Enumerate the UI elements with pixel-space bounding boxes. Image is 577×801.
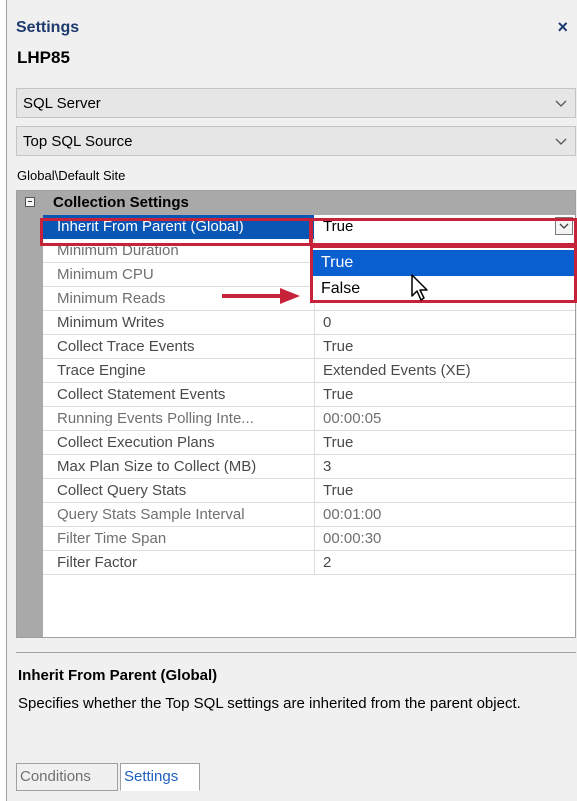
property-value: True bbox=[323, 482, 354, 499]
column-divider bbox=[314, 479, 315, 503]
property-name: Running Events Polling Inte... bbox=[57, 410, 254, 427]
property-name: Minimum CPU bbox=[57, 266, 154, 283]
grid-gutter bbox=[17, 191, 43, 637]
property-value: True bbox=[323, 434, 354, 451]
tab-label: Conditions bbox=[20, 768, 91, 785]
property-value: True bbox=[323, 386, 354, 403]
column-divider bbox=[314, 311, 315, 335]
panel-title-bar: Settings × bbox=[7, 14, 577, 44]
panel-title: Settings bbox=[16, 19, 80, 36]
column-divider bbox=[314, 455, 315, 479]
property-name: Collect Query Stats bbox=[57, 482, 187, 499]
collapse-icon[interactable] bbox=[25, 197, 35, 207]
chevron-down-icon bbox=[555, 138, 567, 145]
column-divider bbox=[314, 359, 315, 383]
tab-settings[interactable]: Settings bbox=[120, 763, 200, 791]
category-row[interactable]: Collection Settings bbox=[17, 191, 575, 215]
category-title: Collection Settings bbox=[53, 194, 189, 211]
property-value: 00:00:30 bbox=[323, 530, 382, 547]
property-name: Query Stats Sample Interval bbox=[57, 506, 245, 523]
property-name: Filter Time Span bbox=[57, 530, 167, 547]
property-value: 3 bbox=[323, 458, 332, 475]
property-value: 2 bbox=[323, 554, 332, 571]
description-pane: Inherit From Parent (Global) Specifies w… bbox=[16, 652, 576, 759]
property-row[interactable]: Running Events Polling Inte... 00:00:05 bbox=[43, 407, 575, 431]
property-name: Collect Trace Events bbox=[57, 338, 195, 355]
dropdown-option-false[interactable]: False bbox=[313, 276, 575, 302]
property-value: 0 bbox=[323, 314, 332, 331]
property-row[interactable]: Filter Time Span 00:00:30 bbox=[43, 527, 575, 551]
property-value: True bbox=[323, 218, 354, 235]
arrow-icon bbox=[222, 288, 300, 304]
column-divider bbox=[314, 527, 315, 551]
description-title: Inherit From Parent (Global) bbox=[18, 667, 218, 684]
description-body: Specifies whether the Top SQL settings a… bbox=[18, 695, 521, 712]
property-value: 00:01:00 bbox=[323, 506, 382, 523]
property-row[interactable]: Collect Execution Plans True bbox=[43, 431, 575, 455]
close-icon[interactable]: × bbox=[557, 17, 568, 38]
property-name: Collect Statement Events bbox=[57, 386, 226, 403]
property-name: Collect Execution Plans bbox=[57, 434, 215, 451]
property-value-editor[interactable]: True bbox=[315, 215, 575, 239]
column-divider bbox=[314, 551, 315, 575]
property-row[interactable]: Query Stats Sample Interval 00:01:00 bbox=[43, 503, 575, 527]
property-name: Inherit From Parent (Global) bbox=[43, 215, 314, 239]
property-value: True bbox=[323, 338, 354, 355]
column-divider bbox=[314, 431, 315, 455]
property-row[interactable]: Collect Query Stats True bbox=[43, 479, 575, 503]
property-name: Trace Engine bbox=[57, 362, 146, 379]
property-value: 00:00:05 bbox=[323, 410, 382, 427]
scope-path: Global\Default Site bbox=[17, 168, 126, 183]
column-divider bbox=[314, 503, 315, 527]
tab-conditions[interactable]: Conditions bbox=[16, 763, 118, 791]
property-row[interactable]: Max Plan Size to Collect (MB) 3 bbox=[43, 455, 575, 479]
property-row-inherit-from-parent[interactable]: Inherit From Parent (Global) True bbox=[43, 215, 575, 239]
property-row[interactable]: Minimum Writes 0 bbox=[43, 311, 575, 335]
mouse-cursor-icon bbox=[411, 274, 428, 301]
property-name: Filter Factor bbox=[57, 554, 138, 571]
sql-server-dropdown[interactable]: SQL Server bbox=[16, 88, 576, 118]
chevron-down-icon bbox=[555, 100, 567, 107]
dropdown-label: SQL Server bbox=[23, 95, 101, 112]
settings-panel: Settings × LHP85 SQL Server Top SQL Sour… bbox=[6, 0, 577, 801]
property-name: Minimum Reads bbox=[57, 290, 166, 307]
option-label: False bbox=[321, 280, 361, 297]
chevron-down-icon bbox=[559, 223, 569, 229]
column-divider bbox=[314, 335, 315, 359]
property-value: Extended Events (XE) bbox=[323, 362, 471, 379]
property-row[interactable]: Filter Factor 2 bbox=[43, 551, 575, 575]
property-row[interactable]: Collect Trace Events True bbox=[43, 335, 575, 359]
property-name: Minimum Duration bbox=[57, 242, 179, 259]
dropdown-label: Top SQL Source bbox=[23, 133, 133, 150]
property-row[interactable]: Trace Engine Extended Events (XE) bbox=[43, 359, 575, 383]
property-row[interactable]: Collect Statement Events True bbox=[43, 383, 575, 407]
property-name: Max Plan Size to Collect (MB) bbox=[57, 458, 257, 475]
column-divider bbox=[314, 407, 315, 431]
property-name: Minimum Writes bbox=[57, 314, 165, 331]
tab-label: Settings bbox=[124, 768, 179, 785]
value-dropdown-button[interactable] bbox=[555, 217, 573, 235]
value-dropdown-list: True False bbox=[312, 247, 576, 301]
dropdown-option-true[interactable]: True bbox=[313, 250, 575, 276]
column-divider bbox=[314, 383, 315, 407]
option-label: True bbox=[321, 254, 354, 271]
server-name: LHP85 bbox=[17, 48, 70, 67]
top-sql-source-dropdown[interactable]: Top SQL Source bbox=[16, 126, 576, 156]
